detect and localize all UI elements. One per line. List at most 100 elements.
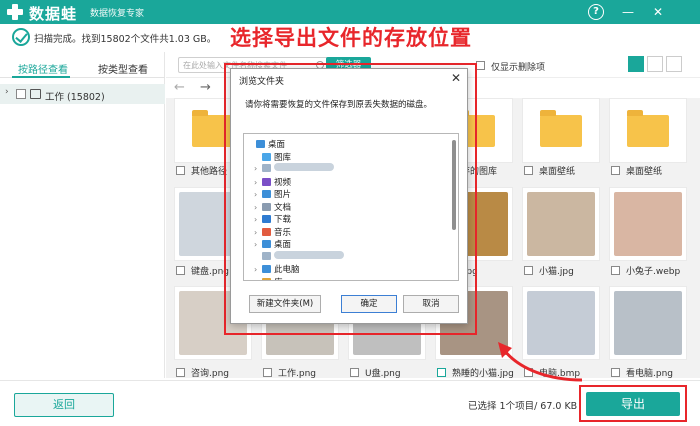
file-label-row: 咨询.png — [176, 366, 229, 380]
file-name: 小兔子.webp — [626, 267, 681, 277]
chevron-right-icon[interactable]: › — [254, 240, 262, 249]
forward-arrow-icon[interactable]: → — [200, 80, 211, 95]
file-checkbox[interactable] — [524, 266, 533, 275]
file-checkbox[interactable] — [524, 166, 533, 175]
folder-card[interactable] — [609, 98, 687, 163]
tree-item-label: 工作 (15802) — [45, 92, 105, 103]
list-view-icon[interactable] — [647, 56, 663, 72]
blurred-item — [262, 164, 271, 172]
file-label-row: 小猫.jpg — [524, 264, 574, 278]
folder-icon — [627, 109, 669, 147]
ok-button[interactable]: 确定 — [341, 295, 397, 313]
video-icon — [262, 177, 271, 186]
file-label-row: 小兔子.webp — [611, 264, 680, 278]
app-logo-icon — [7, 4, 23, 20]
tab-by-type[interactable]: 按类型查看 — [98, 61, 148, 76]
desktop-icon — [262, 240, 271, 248]
desktop-icon — [256, 140, 265, 148]
file-card[interactable] — [609, 187, 687, 261]
help-icon[interactable]: ? — [588, 4, 604, 20]
folder-tree-item[interactable]: › 音乐 — [254, 226, 291, 238]
tree-item-work[interactable]: › 工作 (15802) — [0, 84, 165, 104]
detail-view-icon[interactable] — [666, 56, 682, 72]
download-icon — [262, 215, 271, 223]
file-checkbox[interactable] — [176, 266, 185, 275]
file-name: 桌面壁纸 — [626, 167, 663, 177]
drive-icon — [30, 89, 41, 99]
scan-status-text: 扫描完成。找到15802个文件共1.03 GB。 — [34, 34, 217, 45]
cancel-button[interactable]: 取消 — [403, 295, 459, 313]
export-button[interactable]: 导出 — [586, 392, 680, 416]
headline-annotation: 选择导出文件的存放位置 — [230, 26, 472, 50]
folder-tree-item[interactable]: › 图片 — [254, 188, 291, 200]
document-icon — [262, 202, 271, 211]
folder-tree[interactable]: 桌面图库››视频›图片›文档›下载›音乐›桌面›此电脑›库 — [243, 133, 459, 281]
folder-tree-label: 桌面 — [274, 240, 292, 250]
only-deleted-checkbox[interactable] — [476, 61, 485, 70]
folder-tree-item[interactable]: › 桌面 — [254, 238, 291, 250]
folder-tree-item[interactable]: › 视频 — [254, 176, 291, 188]
chevron-right-icon[interactable]: › — [254, 203, 262, 212]
thumbnail — [614, 103, 682, 158]
folder-tree-item[interactable]: › 下载 — [254, 213, 291, 225]
redacted-label — [274, 163, 334, 171]
tree-scrollbar[interactable] — [452, 140, 456, 230]
file-checkbox[interactable] — [611, 266, 620, 275]
file-checkbox[interactable] — [176, 166, 185, 175]
view-tabs: 按路径查看 按类型查看 — [0, 52, 165, 78]
chevron-right-icon[interactable]: › — [254, 215, 262, 224]
file-checkbox[interactable] — [611, 166, 620, 175]
active-tab-indicator — [12, 76, 70, 78]
folder-tree-item[interactable]: ›库 — [254, 276, 283, 281]
folder-tree-item[interactable]: › 文档 — [254, 201, 291, 213]
chevron-right-icon[interactable]: › — [254, 190, 262, 199]
title-bar: 数据蛙 数据恢复专家 ? — ✕ — [0, 0, 700, 24]
folder-tree-label: 下载 — [274, 215, 292, 225]
file-checkbox[interactable] — [350, 368, 359, 377]
file-checkbox[interactable] — [437, 368, 446, 377]
folder-tree-item[interactable]: 桌面 — [248, 138, 285, 150]
dialog-close-icon[interactable]: ✕ — [451, 71, 461, 85]
folder-tree-label: 音乐 — [274, 227, 292, 238]
back-arrow-icon[interactable]: ← — [174, 80, 185, 95]
thumbnail — [614, 291, 682, 355]
chevron-right-icon[interactable]: › — [254, 228, 262, 237]
thumbnail — [527, 103, 595, 158]
annotation-arrow-icon — [498, 342, 583, 382]
file-checkbox[interactable] — [176, 368, 185, 377]
expand-arrow-icon[interactable]: › — [5, 87, 9, 97]
folder-tree-item[interactable] — [254, 250, 344, 263]
file-checkbox[interactable] — [263, 368, 272, 377]
minimize-icon[interactable]: — — [620, 4, 636, 20]
tree-checkbox[interactable] — [16, 89, 26, 99]
footer-bar: 返回 已选择 1个项目/ 67.0 KB 导出 — [0, 380, 700, 426]
file-checkbox[interactable] — [611, 368, 620, 377]
folder-tree-item[interactable]: 图库 — [254, 151, 291, 163]
folder-tree-item[interactable]: › 此电脑 — [254, 263, 300, 275]
file-label-row: 看电脑.png — [611, 366, 673, 380]
folder-tree-label: 文档 — [274, 202, 292, 213]
close-icon[interactable]: ✕ — [650, 4, 666, 20]
folder-tree-label: 图片 — [274, 190, 292, 200]
folder-card[interactable] — [522, 98, 600, 163]
file-label-row: 桌面壁纸 — [524, 164, 575, 178]
chevron-right-icon[interactable]: › — [254, 265, 262, 274]
file-name: 小猫.jpg — [539, 267, 574, 277]
file-name: 看电脑.png — [626, 369, 673, 379]
grid-view-icon[interactable] — [628, 56, 644, 72]
chevron-right-icon[interactable]: › — [254, 164, 262, 173]
folder-tree-item[interactable]: › — [254, 163, 334, 175]
file-card[interactable] — [522, 187, 600, 261]
tab-by-path[interactable]: 按路径查看 — [18, 61, 68, 76]
folder-tree-label: 此电脑 — [274, 265, 300, 275]
file-card[interactable] — [609, 286, 687, 360]
back-button[interactable]: 返回 — [14, 393, 114, 417]
sidebar: 按路径查看 按类型查看 › 工作 (15802) — [0, 52, 165, 378]
dialog-title: 浏览文件夹 — [239, 77, 285, 87]
picture-icon — [262, 190, 271, 198]
chevron-right-icon[interactable]: › — [254, 178, 262, 187]
chevron-right-icon[interactable]: › — [254, 278, 262, 281]
file-label-row: 其他路径 — [176, 164, 227, 178]
new-folder-button[interactable]: 新建文件夹(M) — [249, 295, 321, 313]
file-label-row: U盘.png — [350, 366, 401, 380]
